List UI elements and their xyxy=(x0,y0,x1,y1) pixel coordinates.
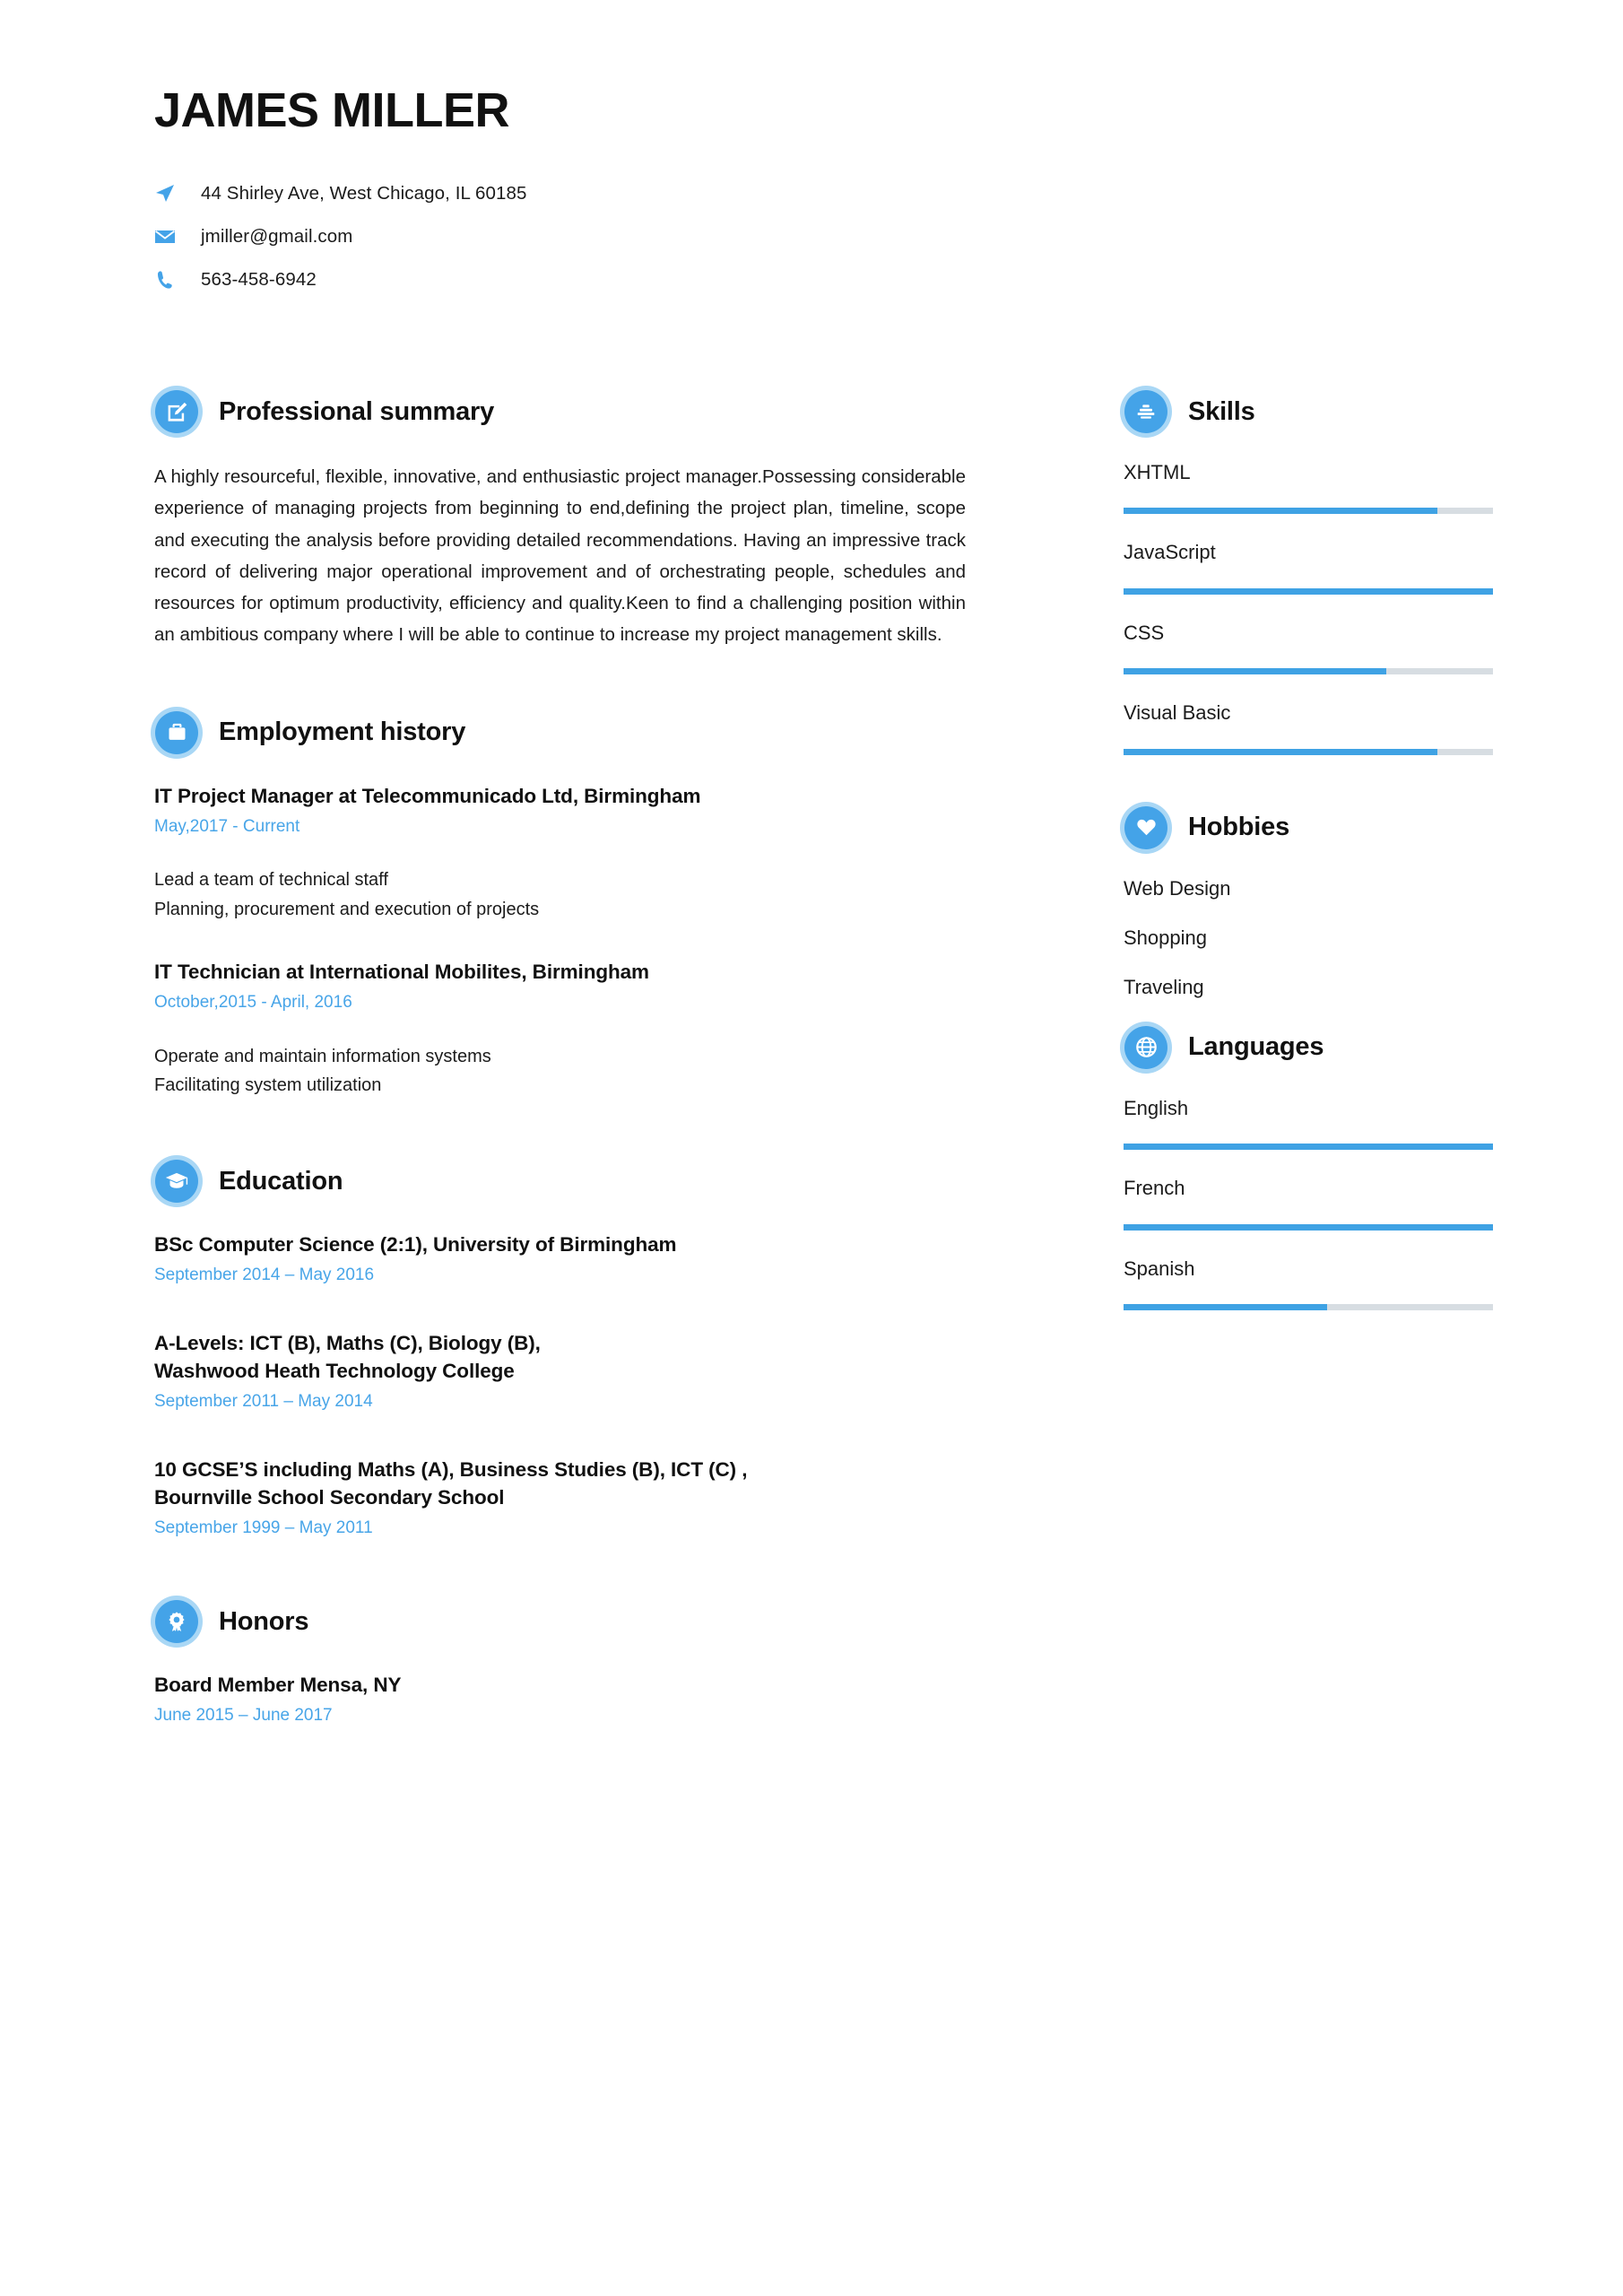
language-item: English xyxy=(1124,1096,1496,1151)
section-title-education: Education xyxy=(219,1166,343,1196)
list-item: Planning, procurement and execution of p… xyxy=(154,899,540,919)
hobby-item: Web Design xyxy=(1124,876,1231,900)
language-label: English xyxy=(1124,1096,1189,1119)
award-ribbon-icon xyxy=(151,1596,203,1648)
degree-title: BSc Computer Science (2:1), University o… xyxy=(154,1233,677,1257)
skill-label: Visual Basic xyxy=(1124,701,1231,725)
section-title-employment: Employment history xyxy=(219,718,466,746)
location-arrow-icon xyxy=(154,183,188,204)
language-progress-fill xyxy=(1124,1144,1493,1151)
job-responsibilities: Operate and maintain information systems… xyxy=(154,1042,970,1100)
hobby-item: Traveling xyxy=(1124,976,1204,999)
section-header-summary: Professional summary xyxy=(151,386,970,438)
language-label: Spanish xyxy=(1124,1257,1195,1280)
skill-progress-fill xyxy=(1124,748,1438,755)
section-header-education: Education xyxy=(151,1155,970,1208)
education-entry: A-Levels: ICT (B), Maths (C), Biology (B… xyxy=(154,1329,970,1414)
skill-progress-track xyxy=(1124,508,1493,515)
section-professional-summary: Professional summary A highly resourcefu… xyxy=(151,386,970,651)
phone-text: 563-458-6942 xyxy=(201,268,317,290)
degree-date: September 2011 – May 2014 xyxy=(154,1392,373,1412)
page-title: JAMES MILLER xyxy=(154,83,510,137)
skill-progress-track xyxy=(1124,587,1493,595)
section-header-languages: Languages xyxy=(1120,1021,1496,1074)
language-progress-track xyxy=(1124,1223,1493,1231)
job-title: IT Technician at International Mobilites… xyxy=(154,960,649,983)
language-progress-track xyxy=(1124,1303,1493,1310)
education-entry: 10 GCSE’S including Maths (A), Business … xyxy=(154,1456,970,1541)
briefcase-icon xyxy=(151,706,203,759)
list-item: Operate and maintain information systems xyxy=(154,1046,491,1066)
job-responsibilities: Lead a team of technical staff Planning,… xyxy=(154,865,970,924)
phone-icon xyxy=(154,269,188,291)
degree-date: September 1999 – May 2011 xyxy=(154,1518,373,1537)
section-title-honors: Honors xyxy=(219,1606,309,1636)
contact-email: jmiller@gmail.com xyxy=(154,215,1141,258)
section-header-hobbies: Hobbies xyxy=(1120,801,1496,854)
skill-progress-track xyxy=(1124,668,1493,675)
section-languages: Languages English French Spanish xyxy=(1120,1021,1496,1310)
stack-bars-icon xyxy=(1120,386,1172,438)
section-honors: Honors Board Member Mensa, NY June 2015 … xyxy=(151,1596,970,1728)
sidebar-column: Skills XHTML JavaScript CSS Visual Basic… xyxy=(1120,386,1496,1310)
envelope-icon xyxy=(154,226,188,248)
contact-list: 44 Shirley Ave, West Chicago, IL 60185 j… xyxy=(154,172,1141,301)
language-progress-fill xyxy=(1124,1303,1327,1310)
job-title: IT Project Manager at Telecommunicado Lt… xyxy=(154,784,701,807)
skill-item: CSS xyxy=(1124,621,1496,675)
honor-date: June 2015 – June 2017 xyxy=(154,1706,333,1726)
degree-date: September 2014 – May 2016 xyxy=(154,1265,375,1285)
employment-entry: IT Technician at International Mobilites… xyxy=(154,958,970,1100)
skill-item: Visual Basic xyxy=(1124,701,1496,755)
honor-entry: Board Member Mensa, NY June 2015 – June … xyxy=(154,1671,970,1728)
section-title-skills: Skills xyxy=(1188,396,1255,426)
summary-paragraph: A highly resourceful, flexible, innovati… xyxy=(154,466,966,646)
language-item: French xyxy=(1124,1177,1496,1231)
section-title-summary: Professional summary xyxy=(219,396,495,426)
graduation-cap-icon xyxy=(151,1155,203,1208)
list-item: Facilitating system utilization xyxy=(154,1074,382,1095)
skill-label: CSS xyxy=(1124,621,1165,644)
skill-label: XHTML xyxy=(1124,461,1191,483)
address-text: 44 Shirley Ave, West Chicago, IL 60185 xyxy=(201,182,527,204)
honor-title: Board Member Mensa, NY xyxy=(154,1674,402,1697)
language-label: French xyxy=(1124,1177,1185,1200)
job-date: October,2015 - April, 2016 xyxy=(154,992,352,1012)
skill-progress-fill xyxy=(1124,587,1493,595)
resume-page: JAMES MILLER 44 Shirley Ave, West Chicag… xyxy=(0,0,1623,2296)
job-date: May,2017 - Current xyxy=(154,816,300,836)
list-item: Lead a team of technical staff xyxy=(154,870,388,891)
degree-title: 10 GCSE’S including Maths (A), Business … xyxy=(154,1457,748,1509)
main-column: Professional summary A highly resourcefu… xyxy=(151,386,970,1728)
language-item: Spanish xyxy=(1124,1257,1496,1310)
section-header-skills: Skills xyxy=(1120,386,1496,438)
section-title-languages: Languages xyxy=(1188,1032,1324,1062)
section-skills: Skills XHTML JavaScript CSS Visual Basic xyxy=(1120,386,1496,755)
skill-progress-fill xyxy=(1124,668,1386,675)
contact-phone: 563-458-6942 xyxy=(154,258,1141,301)
section-title-hobbies: Hobbies xyxy=(1188,813,1289,842)
section-header-honors: Honors xyxy=(151,1596,970,1648)
section-header-employment: Employment history xyxy=(151,706,970,759)
skill-item: JavaScript xyxy=(1124,541,1496,595)
degree-title: A-Levels: ICT (B), Maths (C), Biology (B… xyxy=(154,1331,541,1383)
contact-address: 44 Shirley Ave, West Chicago, IL 60185 xyxy=(154,172,1141,215)
skill-item: XHTML xyxy=(1124,461,1496,515)
resume-header: JAMES MILLER 44 Shirley Ave, West Chicag… xyxy=(154,85,1141,301)
heart-icon xyxy=(1120,801,1172,854)
hobby-item: Shopping xyxy=(1124,926,1207,949)
skill-progress-track xyxy=(1124,748,1493,755)
email-text: jmiller@gmail.com xyxy=(201,225,353,247)
edit-square-icon xyxy=(151,386,203,438)
language-progress-track xyxy=(1124,1144,1493,1151)
section-employment-history: Employment history IT Project Manager at… xyxy=(151,706,970,1100)
globe-icon xyxy=(1120,1021,1172,1074)
section-education: Education BSc Computer Science (2:1), Un… xyxy=(151,1155,970,1541)
language-progress-fill xyxy=(1124,1223,1493,1231)
education-entry: BSc Computer Science (2:1), University o… xyxy=(154,1231,970,1288)
employment-entry: IT Project Manager at Telecommunicado Lt… xyxy=(154,782,970,924)
skill-progress-fill xyxy=(1124,508,1438,515)
section-hobbies: Hobbies Web Design Shopping Traveling xyxy=(1120,801,1496,1000)
skill-label: JavaScript xyxy=(1124,541,1216,564)
